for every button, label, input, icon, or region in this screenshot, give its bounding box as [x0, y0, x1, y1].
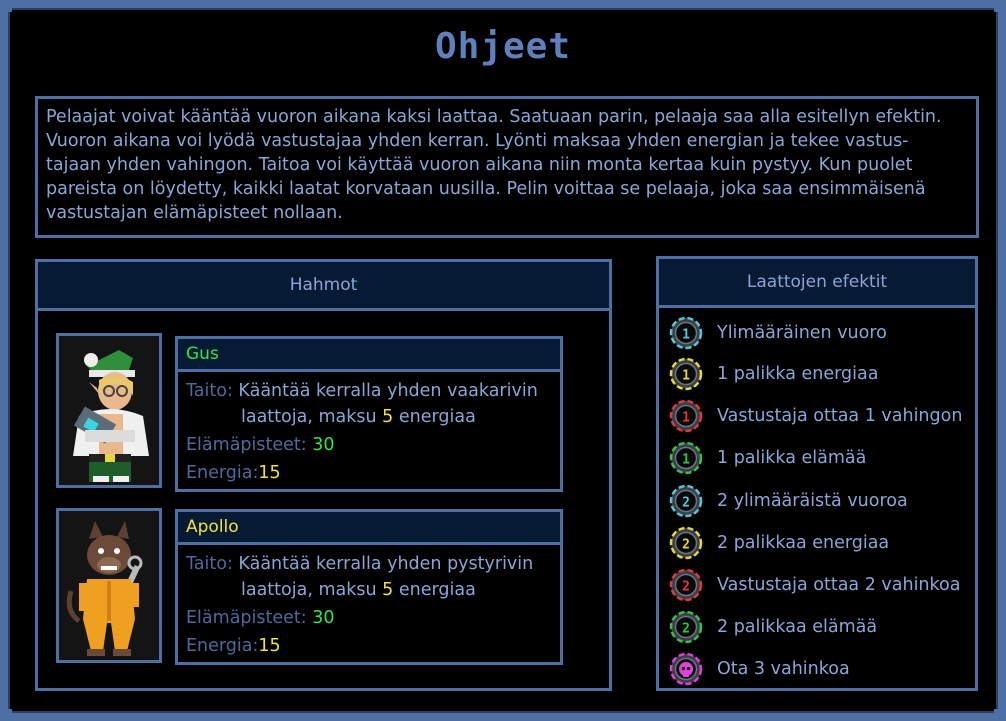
skill-label: Taito: — [186, 381, 233, 401]
frame-corner — [994, 0, 1006, 12]
skill-text: Kääntää kerralla yhden pystyrivin — [238, 554, 534, 574]
skull-icon — [669, 652, 703, 686]
hp-label: Elämäpisteet: — [186, 435, 307, 455]
character-card-gus: Gus Taito: Kääntää kerralla yhden vaakar… — [175, 336, 563, 492]
effect-row: 2 2 palikkaa elämää — [669, 609, 877, 645]
skill-cost: 5 — [382, 407, 394, 427]
energy-2-icon: 2 — [669, 526, 703, 560]
effect-label: 2 ylimääräistä vuoroa — [717, 491, 908, 511]
svg-text:1: 1 — [682, 328, 690, 343]
apollo-portrait — [56, 508, 162, 663]
energy-label: Energia: — [186, 463, 259, 483]
energy-label: Energia: — [186, 636, 259, 656]
effect-row: 1 Vastustaja ottaa 1 vahingon — [669, 398, 962, 434]
effect-row: 2 Vastustaja ottaa 2 vahinkoa — [669, 567, 960, 603]
effect-label: Vastustaja ottaa 2 vahinkoa — [717, 575, 961, 595]
effect-row: 2 2 palikkaa energiaa — [669, 525, 889, 561]
health-1-icon: 1 — [669, 441, 703, 475]
characters-header: Hahmot — [38, 262, 609, 311]
svg-text:2: 2 — [682, 538, 690, 553]
instructions-text: Pelaajat voivat kääntää vuoron aikana ka… — [35, 96, 979, 238]
skill-text: Kääntää kerralla yhden vaakarivin — [238, 381, 538, 401]
character-card-apollo: Apollo Taito: Kääntää kerralla yhden pys… — [175, 509, 563, 665]
svg-text:2: 2 — [682, 580, 690, 595]
character-name: Apollo — [178, 512, 560, 545]
svg-text:2: 2 — [682, 496, 690, 511]
svg-text:1: 1 — [682, 453, 690, 468]
skill-text: energiaa — [398, 407, 476, 427]
turn-1-icon: 1 — [669, 316, 703, 350]
energy-value: 15 — [258, 636, 281, 656]
skill-text: energiaa — [398, 580, 476, 600]
svg-text:1: 1 — [682, 411, 690, 426]
skill-text: laattoja, maksu — [241, 407, 377, 427]
effect-row: 1 1 palikka energiaa — [669, 356, 878, 392]
skill-cost: 5 — [382, 580, 394, 600]
frame-corner — [994, 709, 1006, 721]
effect-row: Ota 3 vahinkoa — [669, 651, 850, 687]
hp-value: 30 — [312, 608, 335, 628]
effects-panel: Laattojen efektit 1 Ylimääräinen vuoro 1 1 … — [656, 256, 978, 691]
effect-label: Ylimääräinen vuoro — [717, 323, 887, 343]
frame-corner — [0, 0, 12, 12]
hp-label: Elämäpisteet: — [186, 608, 307, 628]
effect-row: 2 2 ylimääräistä vuoroa — [669, 483, 908, 519]
skill-label: Taito: — [186, 554, 233, 574]
effect-row: 1 Ylimääräinen vuoro — [669, 315, 887, 351]
energy-value: 15 — [258, 463, 281, 483]
hp-value: 30 — [312, 435, 335, 455]
effect-label: 2 palikkaa elämää — [717, 617, 878, 637]
effects-header: Laattojen efektit — [659, 259, 975, 308]
effect-label: 2 palikkaa energiaa — [717, 533, 890, 553]
character-name: Gus — [178, 339, 560, 372]
energy-1-icon: 1 — [669, 357, 703, 391]
effect-label: 1 palikka energiaa — [717, 364, 879, 384]
svg-text:2: 2 — [682, 622, 690, 637]
effect-label: Vastustaja ottaa 1 vahingon — [717, 406, 963, 426]
effect-row: 1 1 palikka elämää — [669, 440, 866, 476]
frame-corner — [0, 709, 12, 721]
effect-label: Ota 3 vahinkoa — [717, 659, 850, 679]
svg-text:1: 1 — [682, 369, 690, 384]
page-title: Ohjeet — [434, 26, 572, 67]
skill-text: laattoja, maksu — [241, 580, 377, 600]
damage-1-icon: 1 — [669, 399, 703, 433]
characters-panel: Hahmot Gus Taito: Kääntää kerralla yhden… — [35, 259, 612, 691]
turn-2-icon: 2 — [669, 484, 703, 518]
damage-2-icon: 2 — [669, 568, 703, 602]
health-2-icon: 2 — [669, 610, 703, 644]
effect-label: 1 palikka elämää — [717, 448, 867, 468]
gus-portrait — [56, 333, 162, 488]
